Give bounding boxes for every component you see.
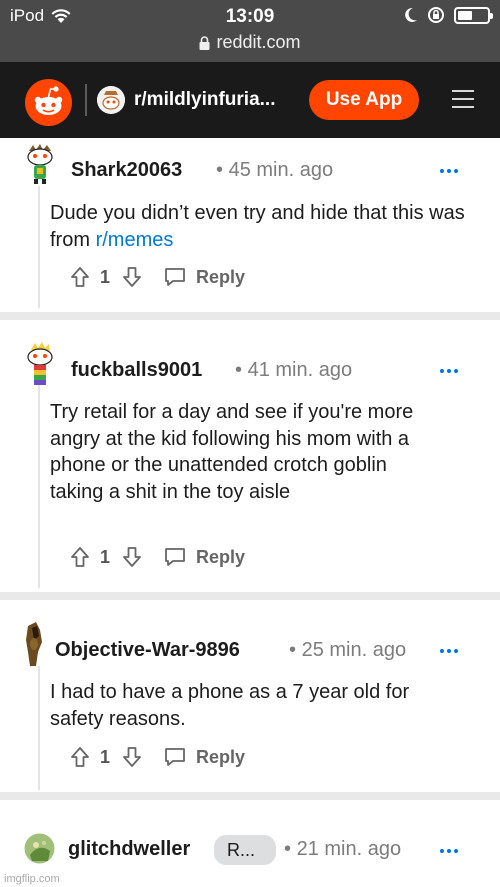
comment-meta: • 45 min. ago: [216, 159, 333, 182]
more-options-icon[interactable]: [438, 166, 460, 176]
user-avatar[interactable]: [24, 833, 55, 864]
comment-separator: [0, 792, 500, 800]
downvote-icon[interactable]: [122, 266, 142, 288]
upvote-icon[interactable]: [70, 746, 90, 768]
ios-status-bar: iPod 13:09 reddit.com: [0, 0, 500, 62]
comment-actions: 1 Reply: [70, 264, 245, 290]
comment-separator: [0, 312, 500, 320]
url-text: reddit.com: [216, 32, 301, 52]
battery-icon: [454, 6, 493, 24]
comment-separator: [0, 592, 500, 600]
comment-author[interactable]: Objective-War-9896: [55, 639, 240, 662]
upvote-icon[interactable]: [70, 546, 90, 568]
thread-line: [38, 186, 40, 308]
vote-count: 1: [100, 546, 111, 567]
reddit-header: r/mildlyinfuria... Use App: [0, 62, 500, 138]
subreddit-link[interactable]: r/memes: [96, 229, 174, 251]
comment-time: 25 min. ago: [301, 639, 407, 661]
downvote-icon[interactable]: [122, 746, 142, 768]
subreddit-name[interactable]: r/mildlyinfuria...: [134, 89, 275, 111]
reply-bubble-icon: [165, 748, 185, 766]
reply-button[interactable]: Reply: [164, 547, 245, 568]
reply-label: Reply: [196, 746, 246, 767]
reply-button[interactable]: Reply: [164, 267, 245, 288]
comment-time: 21 min. ago: [296, 838, 402, 860]
comment-body: Try retail for a day and see if you're m…: [50, 401, 414, 503]
reply-bubble-icon: [165, 548, 185, 566]
comment-body: I had to have a phone as a 7 year old fo…: [50, 681, 410, 730]
meta-separator: •: [284, 838, 292, 860]
subreddit-avatar-icon[interactable]: [97, 86, 125, 114]
comment: glitchdweller R... • 21 min. ago: [0, 800, 500, 887]
user-flair: R...: [214, 835, 276, 865]
lock-icon: [199, 35, 210, 50]
hamburger-menu-icon[interactable]: [452, 90, 474, 110]
imgflip-watermark: imgflip.com: [4, 873, 60, 885]
thread-line: [38, 384, 40, 588]
reddit-logo-icon[interactable]: [25, 79, 72, 126]
user-avatar[interactable]: [22, 622, 56, 666]
comment-author[interactable]: fuckballs9001: [71, 359, 202, 382]
reply-label: Reply: [196, 546, 246, 567]
comment-author[interactable]: Shark20063: [71, 159, 182, 182]
vote-count: 1: [100, 746, 111, 767]
more-options-icon[interactable]: [438, 846, 460, 856]
comment-actions: 1 Reply: [70, 744, 245, 770]
user-avatar[interactable]: [23, 143, 57, 184]
status-right: [404, 6, 493, 24]
downvote-icon[interactable]: [122, 546, 142, 568]
user-avatar[interactable]: [23, 342, 57, 385]
meta-separator: •: [289, 639, 297, 661]
reply-button[interactable]: Reply: [164, 747, 245, 768]
use-app-button[interactable]: Use App: [309, 80, 419, 120]
comment: Shark20063 • 45 min. ago Dude you didn’t…: [0, 138, 500, 313]
comment: fuckballs9001 • 41 min. ago Try retail f…: [0, 320, 500, 592]
more-options-icon[interactable]: [438, 646, 460, 656]
reply-bubble-icon: [165, 268, 185, 286]
url-bar[interactable]: reddit.com: [0, 32, 500, 53]
comment-time: 41 min. ago: [247, 359, 353, 381]
meta-separator: •: [216, 159, 224, 181]
vote-count: 1: [100, 266, 111, 287]
comment-time: 45 min. ago: [228, 159, 334, 181]
comment-meta: • 21 min. ago: [284, 838, 401, 861]
comment-meta: • 41 min. ago: [235, 359, 352, 382]
rotation-lock-icon: [428, 7, 444, 23]
comment-actions: 1 Reply: [70, 544, 245, 570]
comment-body: Dude you didn’t even try and hide that t…: [50, 202, 465, 251]
header-divider: [85, 84, 87, 116]
more-options-icon[interactable]: [438, 366, 460, 376]
moon-icon: [405, 7, 417, 22]
comment: Objective-War-9896 • 25 min. ago I had t…: [0, 600, 500, 792]
comment-meta: • 25 min. ago: [289, 639, 406, 662]
comment-author[interactable]: glitchdweller: [68, 838, 190, 861]
upvote-icon[interactable]: [70, 266, 90, 288]
thread-line: [38, 666, 40, 790]
meta-separator: •: [235, 359, 243, 381]
reply-label: Reply: [196, 266, 246, 287]
